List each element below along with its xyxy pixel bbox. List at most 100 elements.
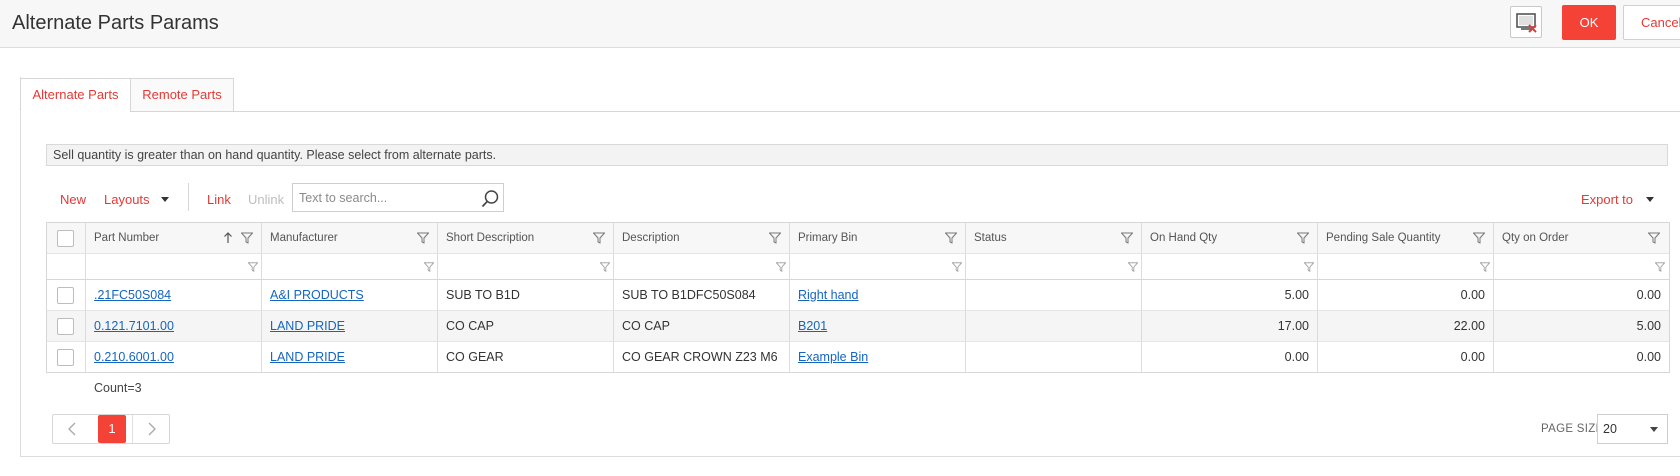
primary-bin-link[interactable]: Right hand [798, 288, 858, 302]
cancel-button[interactable]: Cancel [1623, 5, 1680, 40]
search-icon[interactable] [480, 189, 500, 209]
chevron-right-icon [148, 422, 156, 436]
filter-icon[interactable] [1648, 232, 1660, 244]
tabs-divider [20, 111, 1680, 112]
filter-icon[interactable] [1128, 262, 1138, 272]
previous-page-button[interactable] [53, 415, 91, 443]
part-number-link[interactable]: .21FC50S084 [94, 288, 171, 302]
cell-description: CO GEAR CROWN Z23 M6 [614, 342, 790, 373]
filter-row-cell [47, 254, 86, 280]
ok-button[interactable]: OK [1562, 5, 1616, 40]
filter-cell-status[interactable] [966, 254, 1142, 280]
chevron-down-icon [1650, 427, 1658, 432]
filter-icon[interactable] [1655, 262, 1665, 272]
filter-cell-pending-sale-quantity[interactable] [1318, 254, 1494, 280]
row-checkbox[interactable] [57, 349, 74, 366]
page-button-current[interactable]: 1 [98, 415, 126, 443]
row-select-cell [47, 280, 86, 311]
print-preview-button[interactable] [1510, 6, 1542, 38]
filter-icon[interactable] [417, 232, 429, 244]
alternate-parts-grid: Part Number Manufacturer Short Descripti… [46, 222, 1670, 373]
filter-icon[interactable] [593, 232, 605, 244]
manufacturer-link[interactable]: LAND PRIDE [270, 350, 345, 364]
manufacturer-link[interactable]: A&I PRODUCTS [270, 288, 364, 302]
column-header-short-description[interactable]: Short Description [438, 223, 614, 254]
column-header-pending-sale-quantity[interactable]: Pending Sale Quantity [1318, 223, 1494, 254]
filter-cell-primary-bin[interactable] [790, 254, 966, 280]
filter-icon[interactable] [248, 262, 258, 272]
cell-primary-bin: B201 [790, 311, 966, 342]
primary-bin-link[interactable]: Example Bin [798, 350, 868, 364]
search-input[interactable] [299, 188, 469, 208]
filter-cell-short-description[interactable] [438, 254, 614, 280]
column-label: Primary Bin [798, 232, 858, 244]
page-size-select[interactable]: 20 [1597, 414, 1668, 444]
filter-cell-part-number[interactable] [86, 254, 262, 280]
filter-cell-manufacturer[interactable] [262, 254, 438, 280]
filter-icon[interactable] [600, 262, 610, 272]
filter-icon[interactable] [1121, 232, 1133, 244]
column-label: Part Number [94, 232, 160, 244]
row-checkbox[interactable] [57, 287, 74, 304]
filter-icon[interactable] [241, 232, 253, 244]
export-chevron-down-icon[interactable] [1646, 197, 1654, 202]
chevron-left-icon [68, 422, 76, 436]
filter-icon[interactable] [424, 262, 434, 272]
column-header-description[interactable]: Description [614, 223, 790, 254]
link-button[interactable]: Link [207, 192, 231, 207]
row-checkbox[interactable] [57, 318, 74, 335]
table-row[interactable]: 0.210.6001.00 LAND PRIDE CO GEAR CO GEAR… [47, 342, 1669, 373]
row-select-cell [47, 311, 86, 342]
primary-bin-link[interactable]: B201 [798, 319, 827, 333]
unlink-button[interactable]: Unlink [248, 192, 284, 207]
filter-icon[interactable] [1304, 262, 1314, 272]
cell-part-number: .21FC50S084 [86, 280, 262, 311]
filter-icon[interactable] [776, 262, 786, 272]
filter-icon[interactable] [769, 232, 781, 244]
new-button[interactable]: New [60, 192, 86, 207]
layouts-chevron-down-icon[interactable] [161, 197, 169, 202]
column-header-status[interactable]: Status [966, 223, 1142, 254]
tab-remote-parts[interactable]: Remote Parts [130, 78, 234, 112]
layouts-button[interactable]: Layouts [104, 192, 150, 207]
cell-description: CO CAP [614, 311, 790, 342]
filter-icon[interactable] [952, 262, 962, 272]
select-all-checkbox[interactable] [57, 230, 74, 247]
filter-cell-qty-on-order[interactable] [1494, 254, 1669, 280]
table-row[interactable]: 0.121.7101.00 LAND PRIDE CO CAP CO CAP B… [47, 311, 1669, 342]
part-number-link[interactable]: 0.121.7101.00 [94, 319, 174, 333]
cell-on-hand-qty: 0.00 [1142, 342, 1318, 373]
tab-alternate-parts[interactable]: Alternate Parts [20, 78, 131, 112]
column-header-part-number[interactable]: Part Number [86, 223, 262, 254]
filter-cell-on-hand-qty[interactable] [1142, 254, 1318, 280]
column-header-on-hand-qty[interactable]: On Hand Qty [1142, 223, 1318, 254]
column-label: Short Description [446, 232, 535, 244]
column-header-manufacturer[interactable]: Manufacturer [262, 223, 438, 254]
search-box [292, 183, 504, 212]
next-page-button[interactable] [132, 415, 170, 443]
toolbar-divider [188, 183, 189, 211]
filter-icon[interactable] [1473, 232, 1485, 244]
filter-cell-description[interactable] [614, 254, 790, 280]
filter-icon[interactable] [1297, 232, 1309, 244]
cell-description: SUB TO B1DFC50S084 [614, 280, 790, 311]
cell-status [966, 311, 1142, 342]
cell-qty-on-order: 0.00 [1636, 350, 1661, 364]
pager: 1 [52, 414, 170, 444]
print-preview-icon [1516, 13, 1537, 33]
part-number-link[interactable]: 0.210.6001.00 [94, 350, 174, 364]
column-header-primary-bin[interactable]: Primary Bin [790, 223, 966, 254]
cell-manufacturer: LAND PRIDE [262, 342, 438, 373]
export-to-button[interactable]: Export to [1581, 192, 1633, 207]
manufacturer-link[interactable]: LAND PRIDE [270, 319, 345, 333]
filter-icon[interactable] [945, 232, 957, 244]
filter-icon[interactable] [1480, 262, 1490, 272]
column-label: On Hand Qty [1150, 232, 1218, 244]
sort-ascending-icon[interactable] [223, 232, 233, 244]
cell-pending-sale-qty: 0.00 [1318, 342, 1494, 373]
column-header-qty-on-order[interactable]: Qty on Order [1494, 223, 1669, 254]
cell-manufacturer: A&I PRODUCTS [262, 280, 438, 311]
dialog-header: Alternate Parts Params OK Cancel [0, 0, 1680, 48]
table-row[interactable]: .21FC50S084 A&I PRODUCTS SUB TO B1D SUB … [47, 280, 1669, 311]
cell-manufacturer: LAND PRIDE [262, 311, 438, 342]
